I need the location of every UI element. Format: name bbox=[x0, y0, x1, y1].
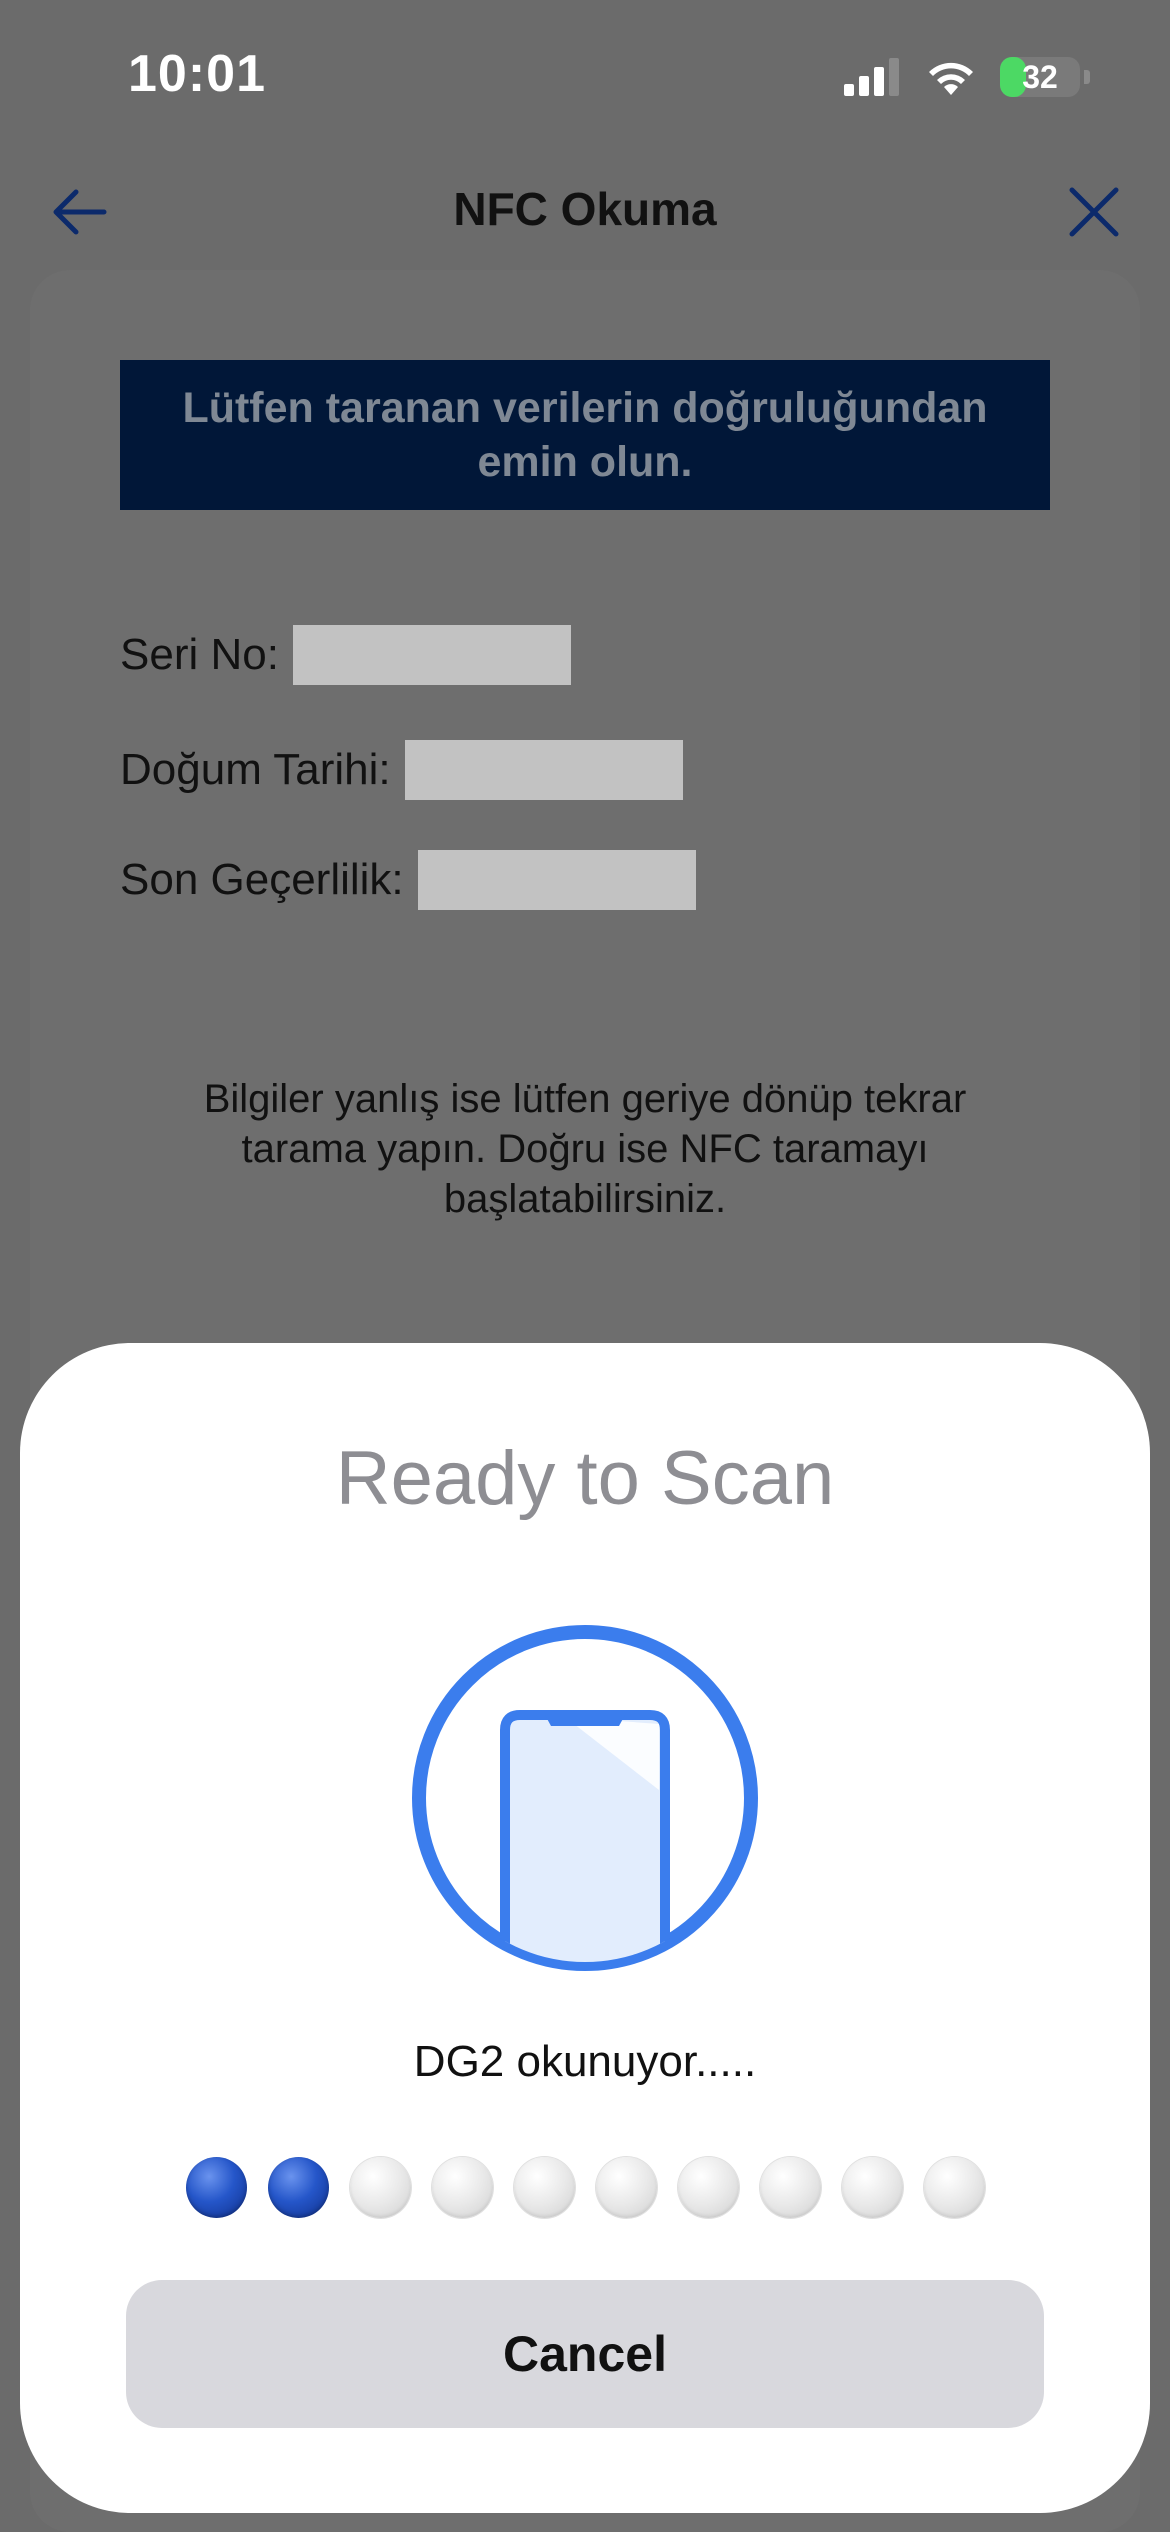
redacted-value bbox=[417, 850, 696, 910]
status-bar: 10:01 32 bbox=[0, 0, 1170, 150]
field-label: Doğum Tarihi: bbox=[120, 745, 391, 794]
page-title: NFC Okuma bbox=[453, 183, 717, 235]
phone-scan-icon bbox=[407, 1620, 763, 1976]
battery-charging-icon: 32 bbox=[1000, 57, 1080, 97]
progress-dot-pending bbox=[514, 2157, 575, 2218]
field-serial-no: Seri No: bbox=[120, 625, 571, 685]
nav-bar: NFC Okuma bbox=[0, 160, 1170, 260]
field-expiry-date: Son Geçerlilik: bbox=[120, 850, 696, 910]
progress-indicator bbox=[186, 2157, 985, 2218]
close-icon[interactable] bbox=[1062, 180, 1126, 244]
progress-dot-pending bbox=[678, 2157, 739, 2218]
redacted-value bbox=[404, 740, 683, 800]
status-icons: 32 bbox=[844, 52, 1090, 102]
cancel-button[interactable]: Cancel bbox=[126, 2280, 1044, 2428]
redacted-value bbox=[292, 625, 571, 685]
sheet-title: Ready to Scan bbox=[335, 1436, 835, 1521]
battery-level-text: 32 bbox=[1022, 58, 1058, 95]
progress-dot-pending bbox=[842, 2157, 903, 2218]
progress-dot-complete bbox=[268, 2157, 329, 2218]
progress-dot-pending bbox=[350, 2157, 411, 2218]
field-label: Seri No: bbox=[120, 630, 279, 679]
instruction-note: Bilgiler yanlış ise lütfen geriye dönüp … bbox=[203, 1077, 967, 1221]
status-time: 10:01 bbox=[128, 45, 266, 103]
battery-tip bbox=[1084, 70, 1090, 84]
progress-dot-pending bbox=[596, 2157, 657, 2218]
field-label: Son Geçerlilik: bbox=[120, 855, 404, 904]
progress-dot-pending bbox=[924, 2157, 985, 2218]
wifi-icon bbox=[929, 62, 973, 95]
signal-icon bbox=[844, 58, 899, 96]
info-banner: Lütfen taranan verilerin doğruluğundan e… bbox=[120, 360, 1050, 510]
progress-dot-complete bbox=[186, 2157, 247, 2218]
scan-status-text: DG2 okunuyor..... bbox=[413, 2037, 757, 2086]
field-birth-date: Doğum Tarihi: bbox=[120, 740, 683, 800]
progress-dot-pending bbox=[760, 2157, 821, 2218]
progress-dot-pending bbox=[432, 2157, 493, 2218]
